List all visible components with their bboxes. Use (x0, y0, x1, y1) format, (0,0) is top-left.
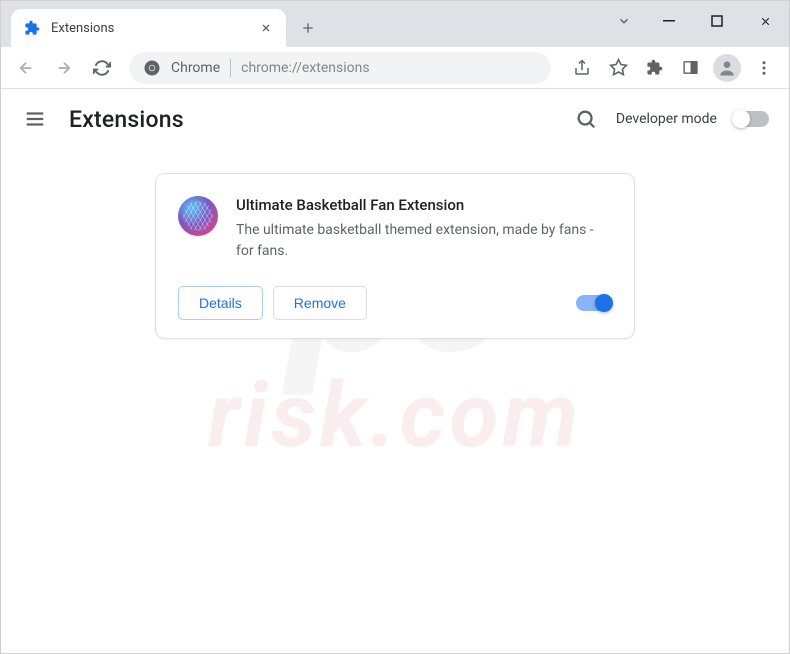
browser-titlebar: Extensions (1, 1, 789, 47)
extension-card: Ultimate Basketball Fan Extension The ul… (155, 173, 635, 339)
hamburger-menu-icon[interactable] (21, 105, 49, 133)
reload-button[interactable] (85, 51, 119, 85)
browser-toolbar: Chrome chrome://extensions (1, 47, 789, 89)
extensions-puzzle-icon[interactable] (637, 51, 671, 85)
page-title: Extensions (69, 106, 184, 133)
tab-close-icon[interactable] (258, 20, 274, 36)
sidepanel-icon[interactable] (673, 51, 707, 85)
extension-puzzle-icon (23, 19, 41, 37)
extension-name: Ultimate Basketball Fan Extension (236, 196, 612, 214)
tab-title: Extensions (51, 21, 248, 36)
search-icon[interactable] (572, 105, 600, 133)
extension-enable-toggle[interactable] (576, 295, 612, 311)
forward-button[interactable] (47, 51, 81, 85)
kebab-menu-icon[interactable] (747, 51, 781, 85)
new-tab-button[interactable] (292, 12, 324, 44)
maximize-button[interactable] (693, 1, 741, 41)
chrome-icon (143, 59, 161, 77)
window-controls (603, 1, 789, 41)
watermark-bottom: risk.com (208, 363, 582, 468)
share-icon[interactable] (565, 51, 599, 85)
omnibox-divider (230, 59, 231, 77)
extension-basketball-icon (178, 196, 218, 236)
omnibox-label: Chrome (171, 60, 220, 76)
bookmark-star-icon[interactable] (601, 51, 635, 85)
details-button[interactable]: Details (178, 286, 263, 320)
browser-tab[interactable]: Extensions (11, 9, 286, 47)
tab-search-chevron-icon[interactable] (603, 1, 645, 41)
extension-description: The ultimate basketball themed extension… (236, 220, 612, 262)
toolbar-actions (565, 51, 781, 85)
developer-mode-toggle[interactable] (733, 111, 769, 127)
minimize-button[interactable] (645, 1, 693, 41)
address-bar[interactable]: Chrome chrome://extensions (129, 52, 551, 84)
omnibox-url: chrome://extensions (241, 60, 369, 76)
extensions-page-header: Extensions Developer mode (1, 89, 789, 149)
close-window-button[interactable] (741, 1, 789, 41)
back-button[interactable] (9, 51, 43, 85)
extensions-list: Ultimate Basketball Fan Extension The ul… (1, 149, 789, 363)
profile-avatar[interactable] (713, 54, 741, 82)
developer-mode-label: Developer mode (616, 111, 717, 127)
remove-button[interactable]: Remove (273, 286, 367, 320)
